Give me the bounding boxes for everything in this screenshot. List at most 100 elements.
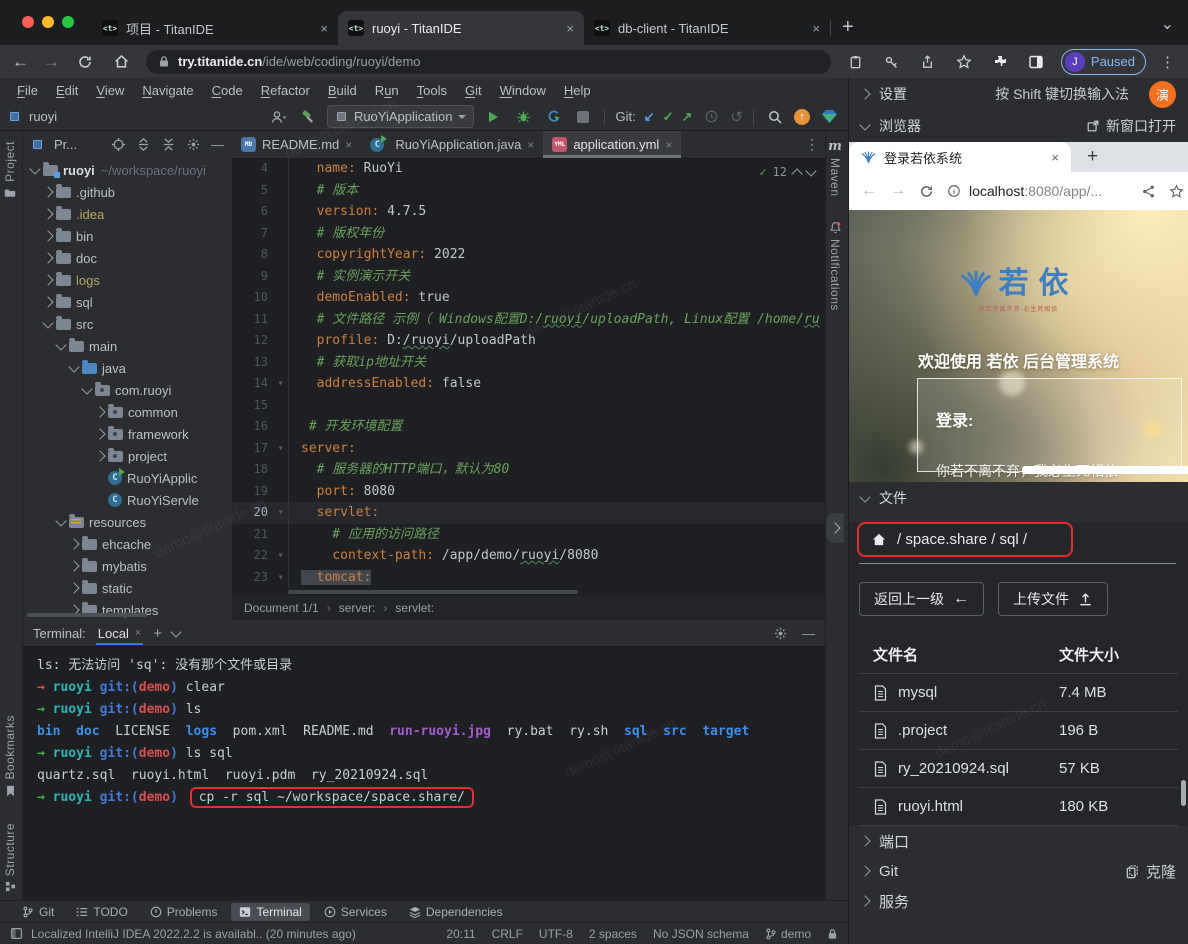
browser-section-header[interactable]: 浏览器 新窗口打开	[849, 110, 1188, 142]
tool-tab-structure[interactable]: Structure	[3, 823, 17, 892]
files-breadcrumb[interactable]: / space.share / sql /	[857, 522, 1073, 557]
more-tabs-icon[interactable]: ⋮	[805, 136, 819, 153]
chevron-right-icon[interactable]	[68, 582, 79, 593]
breadcrumb-item[interactable]: server:	[339, 601, 376, 615]
menu-item-window[interactable]: Window	[491, 83, 555, 98]
file-row[interactable]: ry_20210924.sql 57 KB	[859, 750, 1178, 788]
tool-tab-project[interactable]: Project	[3, 141, 17, 198]
tree-item-sql[interactable]: sql	[23, 291, 232, 313]
chevron-down-icon[interactable]	[55, 515, 66, 526]
tree-item-project[interactable]: project	[23, 445, 232, 467]
forward-button[interactable]: →	[43, 52, 60, 72]
editor-hscrollbar[interactable]	[288, 590, 578, 594]
tree-item-common[interactable]: common	[23, 401, 232, 423]
mini-new-tab-icon[interactable]: +	[1087, 146, 1098, 168]
chevron-right-icon[interactable]	[42, 252, 53, 263]
clipboard-icon[interactable]	[845, 54, 867, 70]
fold-marker-icon[interactable]: ▾	[273, 545, 289, 567]
editor-tab[interactable]: MDREADME.md ×	[232, 131, 361, 158]
tab-search-chevron-icon[interactable]: ⌄	[1161, 14, 1174, 34]
chevron-right-icon[interactable]	[42, 296, 53, 307]
chevron-right-icon[interactable]	[94, 428, 105, 439]
menu-item-help[interactable]: Help	[555, 83, 600, 98]
browser-tab[interactable]: <t> 项目 - TitanIDE ×	[92, 11, 338, 45]
close-window-button[interactable]	[22, 16, 34, 28]
mini-forward-icon[interactable]: →	[890, 182, 906, 200]
gear-icon[interactable]	[186, 137, 201, 152]
git-branch-widget[interactable]: demo	[765, 927, 811, 941]
login-input[interactable]	[1022, 466, 1188, 474]
tree-item-bin[interactable]: bin	[23, 225, 232, 247]
minimize-panel-icon[interactable]: —	[802, 626, 815, 641]
status-message[interactable]: Localized IntelliJ IDEA 2022.2.2 is avai…	[31, 927, 356, 941]
tree-item-main[interactable]: main	[23, 335, 232, 357]
file-name[interactable]: .project	[898, 722, 1049, 739]
search-everywhere-icon[interactable]	[764, 109, 786, 125]
upload-button[interactable]: 上传文件	[998, 582, 1108, 616]
window-icon[interactable]	[10, 927, 23, 940]
chevron-right-icon[interactable]	[94, 450, 105, 461]
password-key-icon[interactable]	[881, 54, 903, 70]
file-name[interactable]: ruoyi.html	[898, 798, 1049, 815]
fold-marker-icon[interactable]: ▾	[273, 502, 289, 524]
status-item[interactable]: UTF-8	[539, 927, 573, 941]
tree-item-static[interactable]: static	[23, 577, 232, 599]
minimize-window-button[interactable]	[42, 16, 54, 28]
chevron-right-icon[interactable]	[42, 208, 53, 219]
share-icon[interactable]	[917, 54, 939, 70]
tree-item-resources[interactable]: resources	[23, 511, 232, 533]
chevron-down-icon[interactable]	[55, 339, 66, 350]
tool-window-button-services[interactable]: Services	[316, 903, 395, 921]
new-terminal-icon[interactable]: +	[153, 625, 162, 642]
tab-close-icon[interactable]: ×	[665, 138, 672, 152]
run-config-selector[interactable]: RuoYiApplication	[327, 105, 475, 128]
chevron-right-icon[interactable]	[68, 560, 79, 571]
breadcrumb-item[interactable]: Document 1/1	[244, 601, 319, 615]
mini-back-icon[interactable]: ←	[861, 182, 877, 200]
menu-item-build[interactable]: Build	[319, 83, 366, 98]
menu-item-file[interactable]: File	[8, 83, 47, 98]
tree-item-ruoyiapplic[interactable]: C RuoYiApplic	[23, 467, 232, 489]
tool-tab-bookmarks[interactable]: Bookmarks	[3, 715, 17, 797]
panel-section-端口[interactable]: 端口	[849, 826, 1188, 856]
editor-tab[interactable]: YMLapplication.yml ×	[543, 131, 681, 158]
tree-item-mybatis[interactable]: mybatis	[23, 555, 232, 577]
mini-reload-icon[interactable]	[919, 184, 934, 199]
chevron-down-icon[interactable]	[81, 383, 92, 394]
tool-window-button-dependencies[interactable]: Dependencies	[401, 903, 511, 921]
hide-panel-icon[interactable]: —	[211, 137, 224, 152]
menu-item-edit[interactable]: Edit	[47, 83, 87, 98]
tree-item-doc[interactable]: doc	[23, 247, 232, 269]
tree-hscrollbar[interactable]	[27, 613, 147, 617]
home-button[interactable]	[110, 53, 132, 70]
panel-expand-handle[interactable]	[826, 513, 844, 543]
panel-section-git[interactable]: Git 克隆	[849, 856, 1188, 886]
tree-item-com.ruoyi[interactable]: com.ruoyi	[23, 379, 232, 401]
panel-section-服务[interactable]: 服务	[849, 886, 1188, 916]
file-row[interactable]: .project 196 B	[859, 712, 1178, 750]
locate-target-icon[interactable]	[111, 137, 126, 152]
chevron-right-icon[interactable]	[68, 538, 79, 549]
coverage-button[interactable]	[542, 109, 564, 124]
close-icon[interactable]: ×	[135, 627, 141, 639]
bookmark-star-icon[interactable]	[953, 54, 975, 70]
menu-item-git[interactable]: Git	[456, 83, 491, 98]
update-available-icon[interactable]: ↑	[794, 109, 810, 125]
project-tree-title[interactable]: Pr...	[54, 137, 77, 152]
tree-item-ruoyiservle[interactable]: C RuoYiServle	[23, 489, 232, 511]
git-push-icon[interactable]: ↗	[682, 109, 693, 125]
chevron-down-icon[interactable]	[29, 163, 40, 174]
file-name[interactable]: ry_20210924.sql	[898, 760, 1049, 777]
terminal-dropdown-icon[interactable]	[170, 626, 181, 637]
file-row[interactable]: ruoyi.html 180 KB	[859, 788, 1178, 826]
status-item[interactable]: 2 spaces	[589, 927, 637, 941]
reload-button[interactable]	[74, 54, 96, 70]
tree-item-logs[interactable]: logs	[23, 269, 232, 291]
debug-button[interactable]	[512, 109, 534, 124]
tree-item-ruoyi[interactable]: ruoyi ~/workspace/ruoyi	[23, 159, 232, 181]
project-name[interactable]: ruoyi	[29, 109, 57, 124]
browser-tab[interactable]: <t> ruoyi - TitanIDE ×	[338, 11, 584, 45]
git-update-icon[interactable]: ↙	[644, 109, 655, 125]
menu-item-view[interactable]: View	[87, 83, 133, 98]
maximize-window-button[interactable]	[62, 16, 74, 28]
